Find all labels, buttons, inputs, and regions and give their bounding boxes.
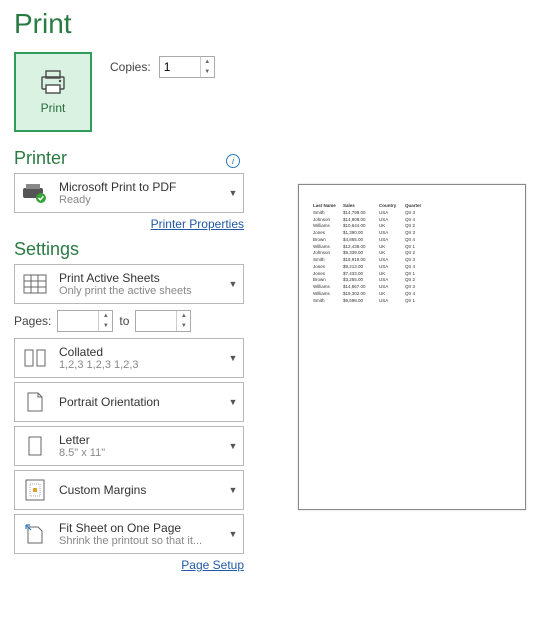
chevron-down-icon: ▼ [223,188,243,198]
collate-dropdown[interactable]: Collated 1,2,3 1,2,3 1,2,3 ▼ [14,338,244,378]
scaling-line1: Fit Sheet on One Page [59,521,219,535]
down-icon[interactable]: ▼ [177,321,190,331]
scaling-dropdown[interactable]: Fit Sheet on One Page Shrink the printou… [14,514,244,554]
paper-icon [15,427,55,465]
margins-dropdown[interactable]: Custom Margins ▼ [14,470,244,510]
pages-to-label: to [119,314,129,328]
chevron-down-icon: ▼ [223,353,243,363]
pages-label: Pages: [14,314,51,328]
margins-line1: Custom Margins [59,483,219,497]
copies-label: Copies: [110,60,151,74]
printer-icon [38,69,68,95]
margins-icon [15,471,55,509]
chevron-down-icon: ▼ [223,397,243,407]
settings-heading: Settings [14,239,270,260]
chevron-down-icon: ▼ [223,441,243,451]
copies-input[interactable] [160,57,200,77]
print-what-line1: Print Active Sheets [59,271,219,285]
printer-dropdown[interactable]: Microsoft Print to PDF Ready ▼ [14,173,244,213]
collate-line1: Collated [59,345,219,359]
fit-page-icon [15,515,55,553]
pages-to-spinbox[interactable]: ▲▼ [135,310,191,332]
collate-line2: 1,2,3 1,2,3 1,2,3 [59,359,219,371]
chevron-down-icon: ▼ [223,529,243,539]
sheets-icon [15,265,55,303]
portrait-icon [15,383,55,421]
printer-status-icon [15,174,55,212]
print-button-label: Print [41,101,66,115]
copies-down-icon[interactable]: ▼ [201,67,214,77]
copies-up-icon[interactable]: ▲ [201,57,214,67]
page-setup-link[interactable]: Page Setup [181,558,244,572]
chevron-down-icon: ▼ [223,279,243,289]
printer-name: Microsoft Print to PDF [59,180,219,194]
print-preview: Last NameSalesCountryQuarterSmith$14,799… [298,184,526,510]
pages-to-input[interactable] [136,311,176,331]
print-what-line2: Only print the active sheets [59,285,219,297]
print-what-dropdown[interactable]: Print Active Sheets Only print the activ… [14,264,244,304]
orientation-dropdown[interactable]: Portrait Orientation ▼ [14,382,244,422]
paper-dropdown[interactable]: Letter 8.5" x 11" ▼ [14,426,244,466]
printer-properties-link[interactable]: Printer Properties [151,217,244,231]
paper-line1: Letter [59,433,219,447]
print-button[interactable]: Print [14,52,92,132]
orientation-line1: Portrait Orientation [59,395,219,409]
printer-heading: Printer [14,148,67,169]
pages-from-input[interactable] [58,311,98,331]
preview-sheet: Last NameSalesCountryQuarterSmith$14,799… [313,203,511,304]
down-icon[interactable]: ▼ [99,321,112,331]
info-icon[interactable]: i [226,154,240,168]
copies-spinbox[interactable]: ▲ ▼ [159,56,215,78]
up-icon[interactable]: ▲ [99,311,112,321]
paper-line2: 8.5" x 11" [59,447,219,459]
printer-status: Ready [59,194,219,206]
page-title: Print [14,8,270,40]
chevron-down-icon: ▼ [223,485,243,495]
up-icon[interactable]: ▲ [177,311,190,321]
scaling-line2: Shrink the printout so that it... [59,535,219,547]
collate-icon [15,339,55,377]
pages-from-spinbox[interactable]: ▲▼ [57,310,113,332]
